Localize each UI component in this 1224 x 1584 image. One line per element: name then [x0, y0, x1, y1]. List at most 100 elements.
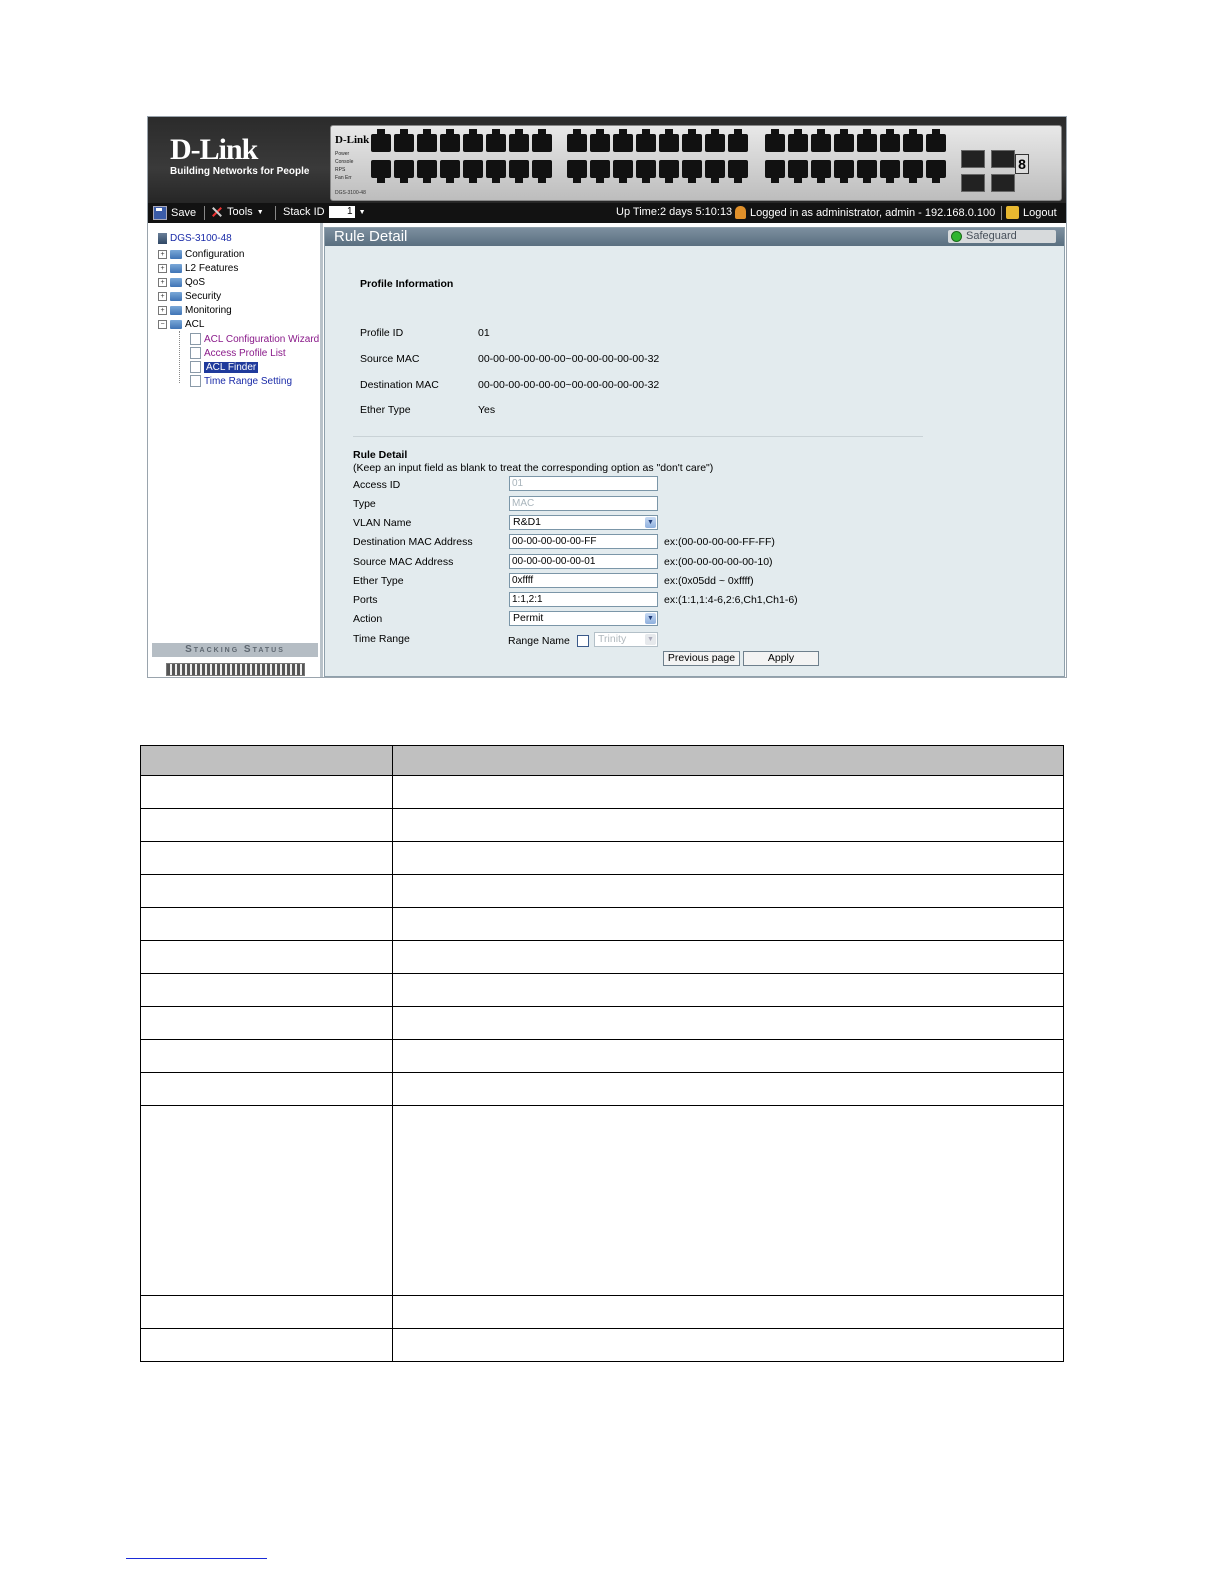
stack-id-label: Stack ID: [283, 206, 325, 218]
safeguard-indicator[interactable]: Safeguard: [948, 230, 1056, 243]
expand-icon[interactable]: +: [158, 292, 167, 301]
range-name-checkbox[interactable]: [577, 635, 589, 647]
stacking-status-header: Stacking Status: [152, 643, 318, 657]
tree-item-label: ACL: [185, 319, 205, 330]
table-row: [140, 973, 1064, 1007]
port-group-2[interactable]: [567, 129, 748, 194]
chevron-down-icon: ▼: [358, 208, 366, 216]
tree-root[interactable]: DGS-3100-48: [158, 233, 232, 244]
apply-button[interactable]: Apply: [743, 651, 819, 666]
page-icon: [190, 361, 201, 373]
table-row: [140, 874, 1064, 908]
table-cell: [140, 907, 393, 941]
port-group-3[interactable]: [765, 129, 946, 194]
access-id-field[interactable]: 01: [509, 476, 658, 491]
type-field[interactable]: MAC: [509, 496, 658, 511]
table-row: [140, 775, 1064, 809]
table-cell: [140, 808, 393, 842]
ports-hint: ex:(1:1,1:4-6,2:6,Ch1,Ch1-6): [664, 594, 798, 606]
navigation-tree: DGS-3100-48 + Configuration + L2 Feature…: [148, 223, 323, 677]
save-label: Save: [171, 207, 197, 219]
expand-icon[interactable]: +: [158, 250, 167, 259]
table-cell: [392, 1105, 1064, 1296]
status-dot-icon: [951, 231, 962, 242]
save-button[interactable]: Save: [153, 206, 196, 220]
stack-id-selector[interactable]: Stack ID 1 ▼: [283, 206, 366, 218]
collapse-icon[interactable]: −: [158, 320, 167, 329]
tree-item-monitoring[interactable]: + Monitoring: [158, 305, 232, 316]
table-row: [140, 940, 1064, 974]
panel-leds: Power Console RPS Fan Err: [335, 150, 353, 182]
key-icon: [1006, 206, 1019, 219]
folder-icon: [170, 292, 182, 301]
user-icon: [735, 206, 746, 219]
chevron-down-icon[interactable]: ▼: [645, 517, 656, 528]
uptime-text: Up Time:2 days 5:10:13: [616, 206, 732, 218]
panel-brand: D-Link: [335, 134, 370, 146]
folder-icon: [170, 250, 182, 259]
previous-page-button[interactable]: Previous page: [663, 651, 740, 666]
switch-icon: [158, 233, 167, 244]
tree-item-label: Configuration: [185, 249, 245, 260]
page-icon: [190, 333, 201, 345]
tree-item-qos[interactable]: + QoS: [158, 277, 205, 288]
table-row: [140, 1072, 1064, 1106]
ether-type-field[interactable]: 0xffff: [509, 573, 658, 588]
port-group-1[interactable]: [371, 129, 552, 194]
panel-model: DGS-3100-48: [335, 190, 366, 196]
dest-mac-field[interactable]: 00-00-00-00-00-FF: [509, 534, 658, 549]
table-cell: [392, 973, 1064, 1007]
source-mac-value: 00-00-00-00-00-00~00-00-00-00-00-32: [478, 353, 660, 365]
led-rps: RPS: [335, 167, 346, 173]
range-name-select[interactable]: Trinity ▼: [594, 632, 658, 647]
led-power: Power: [335, 151, 350, 157]
tree-item-acl[interactable]: − ACL: [158, 319, 204, 330]
section-divider: [353, 436, 923, 437]
table-cell: [392, 1072, 1064, 1106]
src-mac-field[interactable]: 00-00-00-00-00-01: [509, 554, 658, 569]
tools-menu[interactable]: Tools ▼: [211, 206, 264, 218]
table-cell: [140, 940, 393, 974]
table-cell: [140, 874, 393, 908]
table-cell: [392, 874, 1064, 908]
expand-icon[interactable]: +: [158, 278, 167, 287]
table-header-cell: [392, 745, 1064, 776]
logout-button[interactable]: Logout: [1006, 206, 1057, 219]
expand-icon[interactable]: +: [158, 264, 167, 273]
table-cell: [140, 775, 393, 809]
action-select[interactable]: Permit ▼: [509, 611, 658, 626]
tree-item-label: Security: [185, 291, 222, 302]
tree-item-acl-wizard[interactable]: ACL Configuration Wizard: [190, 333, 319, 345]
sfp-port-46[interactable]: [961, 174, 985, 192]
logout-label: Logout: [1023, 206, 1057, 219]
table-cell: [140, 1072, 393, 1106]
page-title: Rule Detail: [334, 228, 408, 245]
ports-label: Ports: [353, 594, 378, 606]
ports-field[interactable]: 1:1,2:1: [509, 592, 658, 607]
toolbar-divider: [204, 206, 205, 220]
expand-icon[interactable]: +: [158, 306, 167, 315]
table-cell: [140, 1328, 393, 1362]
tree-item-label: Time Range Setting: [204, 375, 293, 387]
sfp-port-45[interactable]: [961, 150, 985, 168]
tree-item-time-range[interactable]: Time Range Setting: [190, 375, 292, 387]
tree-item-security[interactable]: + Security: [158, 291, 221, 302]
vlan-name-select[interactable]: R&D1 ▼: [509, 515, 658, 530]
chevron-down-icon[interactable]: ▼: [645, 613, 656, 624]
tree-item-configuration[interactable]: + Configuration: [158, 249, 244, 260]
action-value: Permit: [513, 612, 544, 624]
tree-item-l2-features[interactable]: + L2 Features: [158, 263, 238, 274]
stack-unit-1[interactable]: [166, 663, 305, 676]
ether-type-label: Ether Type: [360, 404, 411, 416]
stack-id-value[interactable]: 1: [328, 206, 355, 218]
screenshot-window: D-Link Building Networks for People D-Li…: [147, 116, 1067, 678]
profile-heading: Profile Information: [360, 278, 454, 290]
safeguard-label: Safeguard: [966, 230, 1017, 242]
sfp-port-48[interactable]: [991, 174, 1015, 192]
table-row: [140, 1295, 1064, 1329]
page-icon: [190, 375, 201, 387]
table-header-row: [140, 745, 1064, 776]
tree-item-acl-finder[interactable]: ACL Finder: [190, 361, 259, 373]
tree-item-access-profile-list[interactable]: Access Profile List: [190, 347, 286, 359]
sfp-port-47[interactable]: [991, 150, 1015, 168]
